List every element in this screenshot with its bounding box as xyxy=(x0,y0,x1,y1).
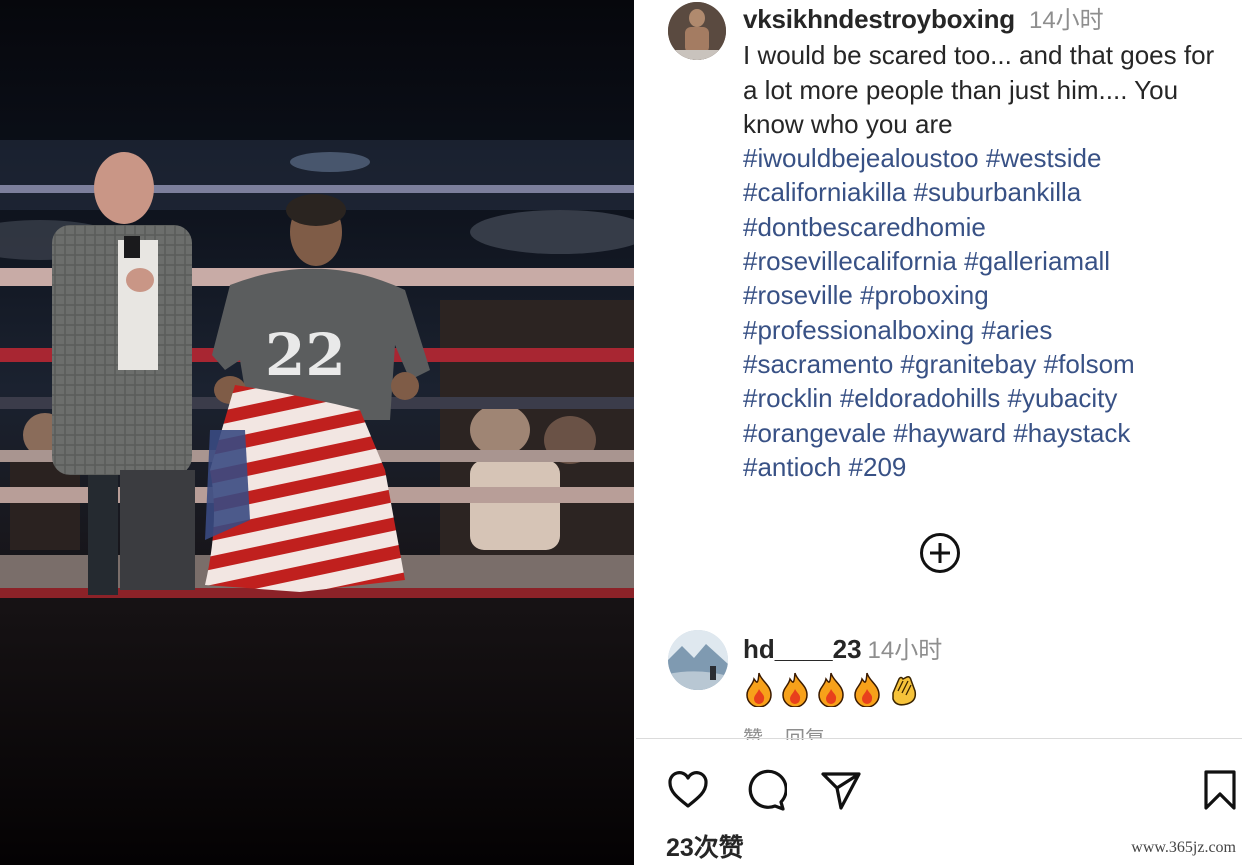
post-caption-block: vksikhndestroyboxing 14小时 I would be scar… xyxy=(743,2,1223,484)
avatar-image xyxy=(668,630,728,690)
hashtag-link[interactable]: #aries xyxy=(982,315,1053,345)
hashtag-link[interactable]: #roseville xyxy=(743,280,853,310)
hashtag-link[interactable]: #eldoradohills xyxy=(840,383,1000,413)
share-icon xyxy=(821,772,861,810)
hashtag-link[interactable]: #iwouldbejealoustoo xyxy=(743,143,979,173)
commenter-username[interactable]: hd____23 xyxy=(743,634,862,664)
avatar-image xyxy=(668,2,726,60)
actions-divider xyxy=(636,738,1242,739)
post-photo[interactable]: 22 xyxy=(0,0,634,865)
load-more-comments-button[interactable] xyxy=(919,532,961,574)
comment-text xyxy=(743,671,1213,709)
comment-item: hd____23 14小时 xyxy=(743,630,1213,709)
hashtag-link[interactable]: #antioch xyxy=(743,452,841,482)
fire-emoji-icon xyxy=(851,671,883,708)
watermark: www.365jz.com xyxy=(1131,839,1236,856)
hashtag-link[interactable]: #folsom xyxy=(1044,349,1135,379)
commenter-avatar[interactable] xyxy=(668,630,728,690)
comment-icon xyxy=(748,769,788,811)
svg-text:22: 22 xyxy=(265,321,346,389)
hashtag-link[interactable]: #orangevale xyxy=(743,418,886,448)
comment-timestamp: 14小时 xyxy=(867,637,943,664)
post-timestamp: 14小时 xyxy=(1028,7,1104,34)
bookmark-icon xyxy=(1204,770,1236,810)
post-caption: I would be scared too... and that goes f… xyxy=(743,40,1215,139)
post-author-avatar[interactable] xyxy=(668,2,726,60)
hashtag-link[interactable]: #rosevillecalifornia xyxy=(743,246,957,276)
hashtag-link[interactable]: #suburbankilla xyxy=(914,177,1082,207)
post-detail-panel: vksikhndestroyboxing 14小时 I would be scar… xyxy=(636,0,1242,865)
likes-count[interactable]: 23次赞 xyxy=(666,828,744,864)
boxing-ring-photo: 22 xyxy=(0,0,634,865)
hashtag-link[interactable]: #westside xyxy=(986,143,1102,173)
clapping-hands-emoji-icon xyxy=(887,671,919,707)
save-button[interactable] xyxy=(1198,768,1242,812)
hashtag-link[interactable]: #granitebay xyxy=(901,349,1037,379)
hashtag-link[interactable]: #sacramento xyxy=(743,349,893,379)
hashtag-link[interactable]: #hayward xyxy=(893,418,1006,448)
hashtag-link[interactable]: #209 xyxy=(849,452,907,482)
hashtag-link[interactable]: #dontbescaredhomie xyxy=(743,212,986,242)
heart-icon xyxy=(668,771,708,808)
like-button[interactable] xyxy=(666,768,710,812)
hashtag-link[interactable]: #rocklin xyxy=(743,383,833,413)
fire-emoji-icon xyxy=(779,671,811,708)
post-hashtags: #iwouldbejealoustoo #westside #californi… xyxy=(743,141,1223,484)
post-author-username[interactable]: vksikhndestroyboxing xyxy=(743,4,1015,34)
hashtag-link[interactable]: #proboxing xyxy=(860,280,989,310)
comment-button[interactable] xyxy=(743,768,788,812)
fire-emoji-icon xyxy=(815,671,847,708)
fire-emoji-icon xyxy=(743,671,775,708)
plus-circle-icon xyxy=(920,533,960,573)
hashtag-link[interactable]: #californiakilla xyxy=(743,177,906,207)
hashtag-link[interactable]: #galleriamall xyxy=(964,246,1110,276)
hashtag-link[interactable]: #professionalboxing xyxy=(743,315,974,345)
hashtag-link[interactable]: #haystack xyxy=(1013,418,1130,448)
share-button[interactable] xyxy=(819,768,863,812)
hashtag-link[interactable]: #yubacity xyxy=(1008,383,1118,413)
